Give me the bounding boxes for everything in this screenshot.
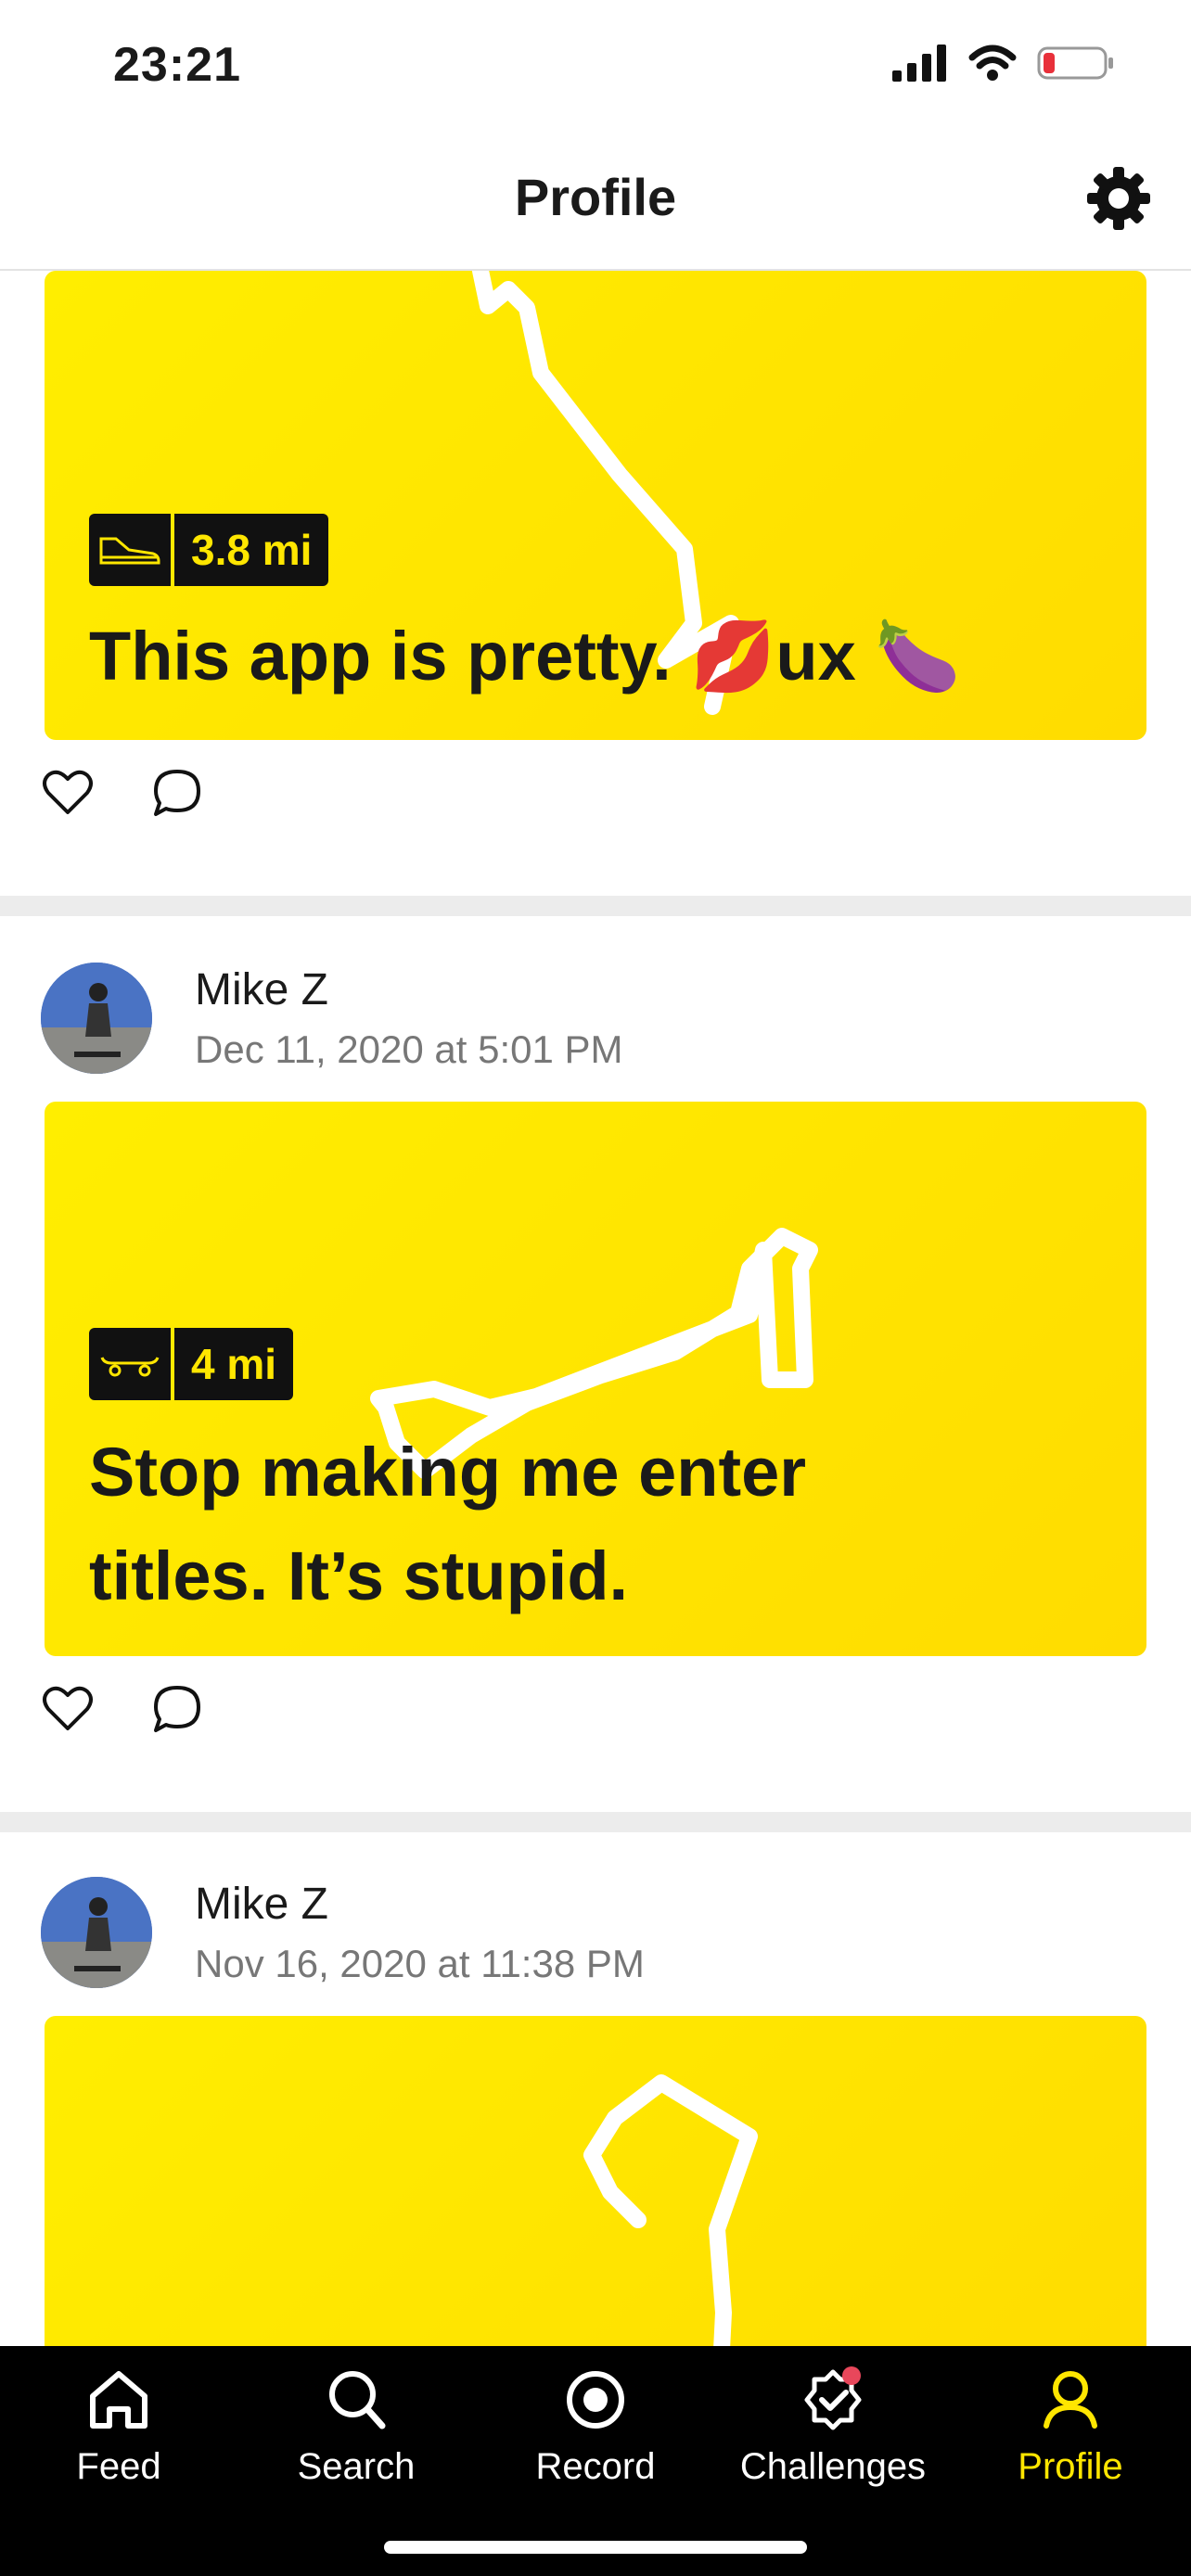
- distance-label: 4 mi: [174, 1328, 294, 1400]
- activity-card[interactable]: [45, 2016, 1146, 2346]
- activity-post: Mike Z Nov 16, 2020 at 11:38 PM: [0, 1832, 1191, 2346]
- post-separator: [0, 896, 1191, 916]
- activity-title: This app is pretty. 💋ux 🍆: [89, 618, 961, 695]
- status-time: 23:21: [113, 38, 241, 92]
- record-icon: [567, 2371, 624, 2429]
- tab-challenges[interactable]: Challenges: [714, 2363, 952, 2488]
- route-map: [583, 2074, 758, 2346]
- shoe-icon: [89, 514, 171, 586]
- activity-title: Stop making me enter titles. It’s stupid…: [89, 1421, 1102, 1628]
- avatar[interactable]: [41, 1877, 152, 1988]
- distance-label: 3.8 mi: [174, 514, 329, 586]
- tab-label: Feed: [76, 2446, 161, 2487]
- activity-feed[interactable]: 3.8 mi This app is pretty. 💋ux 🍆 Mike Z …: [0, 271, 1191, 2346]
- activity-badge: 4 mi: [89, 1328, 294, 1400]
- post-separator: [0, 1812, 1191, 1832]
- like-heart-icon[interactable]: [41, 1682, 95, 1736]
- comment-icon[interactable]: [150, 766, 204, 820]
- search-icon: [329, 2371, 386, 2429]
- skateboard-icon: [89, 1328, 171, 1400]
- activity-badge: 3.8 mi: [89, 514, 329, 586]
- tab-search[interactable]: Search: [237, 2363, 475, 2488]
- cellular-signal-icon: [892, 45, 946, 82]
- post-actions: [41, 766, 204, 820]
- tab-feed[interactable]: Feed: [0, 2363, 237, 2488]
- notification-dot: [842, 2366, 861, 2385]
- activity-title-line: titles. It’s stupid.: [89, 1537, 629, 1614]
- tab-label: Profile: [1018, 2446, 1123, 2487]
- profile-icon: [1044, 2371, 1097, 2429]
- post-actions: [41, 1682, 204, 1736]
- tab-label: Challenges: [739, 2446, 927, 2487]
- tab-record[interactable]: Record: [477, 2363, 714, 2488]
- activity-post: 3.8 mi This app is pretty. 💋ux 🍆: [0, 271, 1191, 896]
- home-indicator[interactable]: [384, 2541, 807, 2554]
- post-date: Nov 16, 2020 at 11:38 PM: [195, 1942, 645, 1985]
- battery-icon: [1037, 46, 1113, 80]
- tab-label: Search: [297, 2446, 416, 2487]
- challenges-icon: [804, 2366, 862, 2430]
- author-name[interactable]: Mike Z: [195, 964, 328, 1015]
- activity-title-line: Stop making me enter: [89, 1434, 807, 1511]
- activity-post: Mike Z Dec 11, 2020 at 5:01 PM 4 mi Stop…: [0, 916, 1191, 1812]
- activity-card[interactable]: 3.8 mi This app is pretty. 💋ux 🍆: [45, 271, 1146, 740]
- status-icons: [892, 45, 1115, 82]
- avatar[interactable]: [41, 963, 152, 1074]
- tab-profile[interactable]: Profile: [952, 2363, 1189, 2488]
- activity-card[interactable]: 4 mi Stop making me enter titles. It’s s…: [45, 1102, 1146, 1656]
- wifi-icon: [968, 45, 1017, 81]
- author-name[interactable]: Mike Z: [195, 1879, 328, 1930]
- tab-label: Record: [535, 2446, 656, 2487]
- comment-icon[interactable]: [150, 1682, 204, 1736]
- settings-button[interactable]: [1085, 165, 1152, 232]
- status-bar: 23:21: [0, 0, 1191, 130]
- navigation-header: Profile: [0, 130, 1191, 271]
- like-heart-icon[interactable]: [41, 766, 95, 820]
- post-date: Dec 11, 2020 at 5:01 PM: [195, 1027, 623, 1071]
- home-icon: [90, 2371, 147, 2429]
- gear-icon: [1087, 167, 1150, 230]
- page-title: Profile: [514, 168, 677, 226]
